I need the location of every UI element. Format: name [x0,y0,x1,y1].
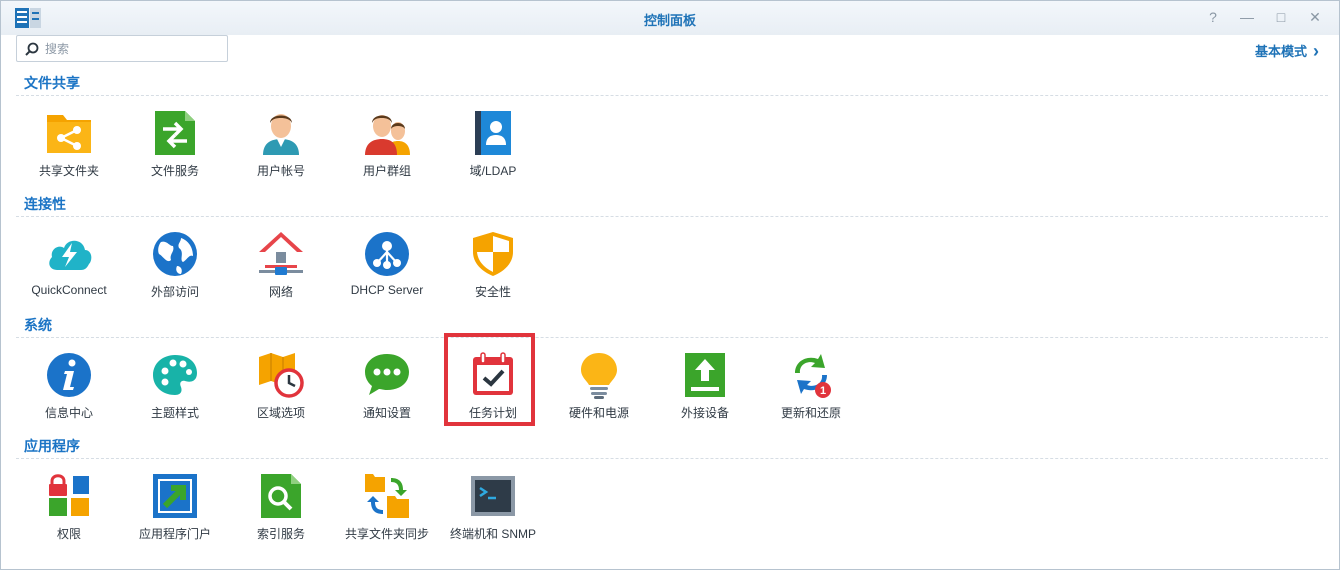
security-shield-icon [473,232,513,276]
item-regional-options[interactable]: 区域选项 [228,341,334,431]
section-title-file-sharing: 文件共享 [24,75,80,91]
item-label: 主题样式 [150,406,199,420]
file-services-icon [155,111,195,155]
terminal-snmp-icon [471,476,515,516]
external-access-icon [153,232,197,276]
theme-palette-icon [153,355,197,395]
item-label: 文件服务 [150,164,199,178]
item-shared-folder[interactable]: 共享文件夹 [16,99,122,189]
close-button[interactable]: ✕ [1305,7,1325,27]
shared-folder-icon [47,115,91,153]
item-security[interactable]: 安全性 [440,220,546,310]
item-label: 外接设备 [680,406,729,420]
quickconnect-icon [49,240,92,270]
window-title: 控制面板 [643,13,696,28]
maximize-button[interactable]: □ [1271,7,1291,27]
network-icon [259,232,303,275]
item-label: 外部访问 [150,285,199,299]
item-user-account[interactable]: 用户帐号 [228,99,334,189]
item-label: DHCP Server [350,283,424,297]
item-external-devices[interactable]: 外接设备 [652,341,758,431]
indexing-service-icon [261,474,301,518]
control-panel-window: 控制面板 ? — □ ✕ 基本模式 › 文件共享 共享文件夹 [0,0,1340,570]
item-label: 权限 [56,527,81,541]
regional-options-icon [259,353,304,398]
item-network[interactable]: 网络 [228,220,334,310]
section-title-system: 系统 [24,317,52,333]
item-label: 索引服务 [256,527,305,541]
section-title-connectivity: 连接性 [24,196,66,212]
item-label: 终端机和 SNMP [449,527,536,541]
item-shared-folder-sync[interactable]: 共享文件夹同步 [334,462,440,552]
item-external-access[interactable]: 外部访问 [122,220,228,310]
item-label: 安全性 [474,285,511,299]
item-label: 通知设置 [362,406,411,420]
item-domain-ldap[interactable]: 域/LDAP [440,99,546,189]
item-label: 区域选项 [256,406,305,420]
user-icon [263,114,299,155]
minimize-button[interactable]: — [1237,7,1257,27]
application-portal-icon [153,474,197,518]
item-label: 网络 [268,285,293,299]
hardware-power-icon [581,353,617,399]
item-terminal-snmp[interactable]: 终端机和 SNMP [440,462,546,552]
section-divider [16,216,1328,217]
item-label: 共享文件夹 [38,164,99,178]
item-info-center[interactable]: 信息中心 [16,341,122,431]
update-restore-icon: 1 [795,354,831,398]
basic-mode-link[interactable]: 基本模式 › [1255,41,1319,60]
dhcp-server-icon [365,232,409,276]
section-divider [16,458,1328,459]
item-label: QuickConnect [31,283,107,297]
item-label: 共享文件夹同步 [344,527,429,541]
item-dhcp-server[interactable]: DHCP Server [334,220,440,310]
item-privileges[interactable]: 权限 [16,462,122,552]
item-notification[interactable]: 通知设置 [334,341,440,431]
item-label: 域/LDAP [469,164,517,178]
basic-mode-label: 基本模式 [1254,44,1307,59]
item-label: 更新和还原 [780,406,841,420]
chevron-right-icon: › [1313,40,1319,61]
highlight-frame [444,333,535,426]
section-divider [16,337,1328,338]
section-title-applications: 应用程序 [24,438,80,454]
info-center-icon [47,353,91,397]
item-user-group[interactable]: 用户群组 [334,99,440,189]
item-label: 应用程序门户 [138,527,211,541]
update-badge-count: 1 [820,385,826,397]
group-icon [365,115,410,155]
item-update-restore[interactable]: 1 更新和还原 [758,341,864,431]
item-label: 用户帐号 [256,164,305,178]
item-theme[interactable]: 主题样式 [122,341,228,431]
help-button[interactable]: ? [1203,7,1223,27]
privileges-icon [49,474,89,516]
item-indexing-service[interactable]: 索引服务 [228,462,334,552]
item-quickconnect[interactable]: QuickConnect [16,220,122,310]
notification-icon [365,354,409,395]
item-hardware-power[interactable]: 硬件和电源 [546,341,652,431]
item-label: 用户群组 [362,164,411,178]
external-devices-icon [685,353,725,397]
title-bar[interactable]: 控制面板 ? — □ ✕ [1,1,1339,35]
section-divider [16,95,1328,96]
search-icon [25,42,39,56]
item-label: 信息中心 [44,406,93,420]
search-input[interactable] [45,41,215,56]
item-label: 硬件和电源 [568,406,629,420]
shared-folder-sync-icon [365,474,409,518]
domain-ldap-icon [475,111,511,155]
item-application-portal[interactable]: 应用程序门户 [122,462,228,552]
search-box[interactable] [16,35,228,62]
item-file-services[interactable]: 文件服务 [122,99,228,189]
